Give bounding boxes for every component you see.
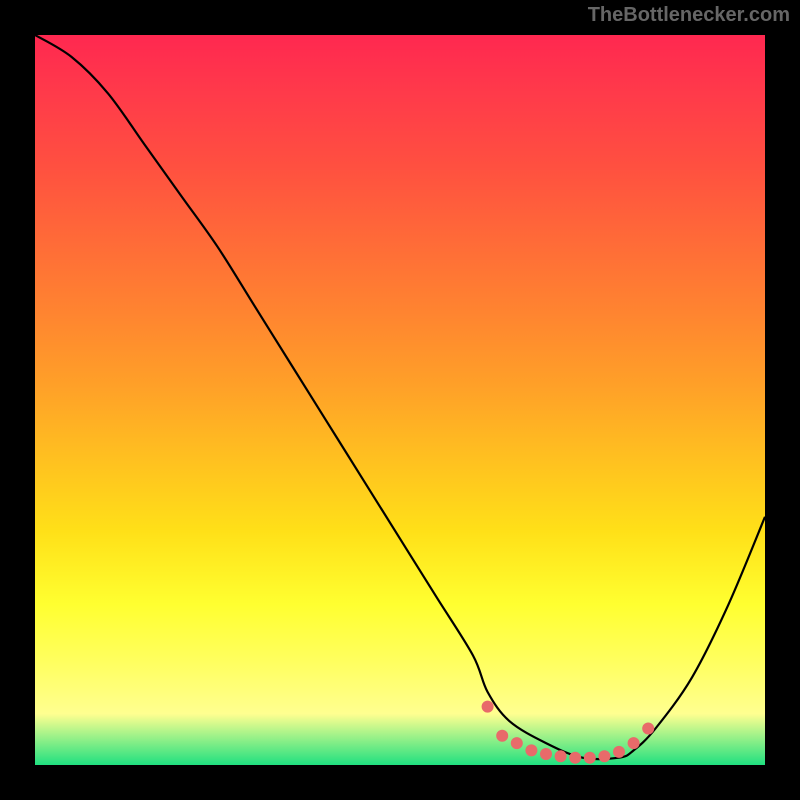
curve-svg [35, 35, 765, 765]
attribution-text: TheBottlenecker.com [588, 4, 790, 27]
marker-dot [642, 723, 654, 735]
marker-dot [511, 737, 523, 749]
marker-dot [540, 748, 552, 760]
plot-area [35, 35, 765, 765]
marker-dot [482, 701, 494, 713]
marker-dot [555, 750, 567, 762]
marker-dot [496, 730, 508, 742]
marker-dot [569, 752, 581, 764]
marker-dot [613, 746, 625, 758]
marker-dot [525, 744, 537, 756]
marker-dot [628, 737, 640, 749]
marker-dot [584, 752, 596, 764]
bottleneck-curve [35, 35, 765, 759]
marker-dot [598, 750, 610, 762]
